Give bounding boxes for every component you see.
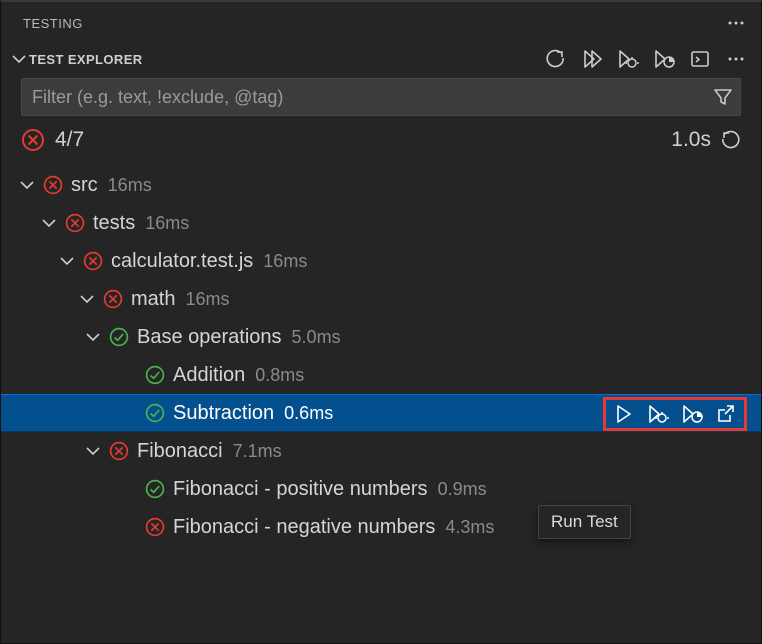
chevron-down-icon bbox=[19, 177, 35, 193]
summary-row: 4/7 1.0s bbox=[1, 122, 761, 166]
tree-item-label: Fibonacci - positive numbers bbox=[173, 478, 428, 501]
tree-item-label: Subtraction bbox=[173, 402, 274, 425]
filter-button[interactable] bbox=[706, 80, 740, 114]
filter-icon bbox=[713, 87, 733, 107]
pass-icon bbox=[145, 479, 165, 499]
filter-input[interactable] bbox=[22, 87, 706, 108]
play-all-icon bbox=[582, 49, 602, 69]
chevron-down-icon bbox=[79, 291, 95, 307]
rerun-last-button[interactable] bbox=[719, 129, 741, 151]
tree-item-duration: 4.3ms bbox=[445, 517, 494, 538]
panel-more-button[interactable] bbox=[725, 12, 747, 34]
refresh-icon bbox=[546, 49, 566, 69]
tree-item-label: calculator.test.js bbox=[111, 250, 253, 273]
section-title: TEST EXPLORER bbox=[29, 52, 143, 67]
chevron-down-icon bbox=[41, 215, 57, 231]
pass-icon bbox=[145, 365, 165, 385]
summary-count: 4/7 bbox=[55, 128, 84, 152]
section-header: TEST EXPLORER bbox=[1, 40, 761, 78]
go-to-file-icon bbox=[716, 404, 736, 424]
run-all-tests-button[interactable] bbox=[581, 48, 603, 70]
tree-item-label: tests bbox=[93, 212, 135, 235]
fail-icon bbox=[43, 175, 63, 195]
tree-item-duration: 7.1ms bbox=[233, 441, 282, 462]
tree-item-duration: 16ms bbox=[145, 213, 189, 234]
pass-icon bbox=[145, 403, 165, 423]
tree-item-duration: 16ms bbox=[185, 289, 229, 310]
more-icon bbox=[726, 49, 746, 69]
tree-item-subtraction[interactable]: Subtraction 0.6ms bbox=[1, 394, 761, 432]
fail-icon bbox=[109, 441, 129, 461]
panel-title: TESTING bbox=[23, 16, 83, 31]
run-test-button[interactable] bbox=[612, 402, 636, 426]
tree-item-duration: 0.8ms bbox=[255, 365, 304, 386]
refresh-ccw-icon bbox=[720, 130, 740, 150]
fail-icon bbox=[65, 213, 85, 233]
tree-item-label: math bbox=[131, 288, 175, 311]
terminal-icon bbox=[690, 49, 710, 69]
tree-item-addition[interactable]: Addition 0.8ms bbox=[1, 356, 761, 394]
debug-all-tests-button[interactable] bbox=[617, 48, 639, 70]
tree-item-label: src bbox=[71, 174, 98, 197]
section-toolbar bbox=[545, 48, 747, 70]
go-to-test-button[interactable] bbox=[714, 402, 738, 426]
section-more-button[interactable] bbox=[725, 48, 747, 70]
tree-item-duration: 5.0ms bbox=[292, 327, 341, 348]
coverage-icon bbox=[681, 404, 703, 424]
tree-item-tests[interactable]: tests 16ms bbox=[1, 204, 761, 242]
filter-row bbox=[1, 78, 761, 122]
chevron-down-icon bbox=[85, 443, 101, 459]
tree-item-duration: 0.9ms bbox=[438, 479, 487, 500]
tree-item-label: Fibonacci - negative numbers bbox=[173, 516, 435, 539]
chevron-down-icon bbox=[11, 51, 27, 67]
filter-box bbox=[21, 78, 741, 116]
tree-item-fibonacci[interactable]: Fibonacci 7.1ms bbox=[1, 432, 761, 470]
tree-item-fib-negative[interactable]: Fibonacci - negative numbers 4.3ms bbox=[1, 508, 761, 546]
coverage-icon bbox=[653, 49, 675, 69]
refresh-tests-button[interactable] bbox=[545, 48, 567, 70]
fail-icon bbox=[103, 289, 123, 309]
show-output-button[interactable] bbox=[689, 48, 711, 70]
testing-panel: TESTING TEST EXPLORER bbox=[0, 0, 762, 644]
debug-icon bbox=[647, 404, 669, 424]
tree-item-fib-positive[interactable]: Fibonacci - positive numbers 0.9ms bbox=[1, 470, 761, 508]
tree-item-base-operations[interactable]: Base operations 5.0ms bbox=[1, 318, 761, 356]
panel-header: TESTING bbox=[1, 2, 761, 40]
tree-item-duration: 0.6ms bbox=[284, 403, 333, 424]
fail-icon bbox=[21, 128, 45, 152]
fail-icon bbox=[83, 251, 103, 271]
section-collapse-toggle[interactable] bbox=[9, 49, 29, 69]
tree-item-math[interactable]: math 16ms bbox=[1, 280, 761, 318]
chevron-down-icon bbox=[85, 329, 101, 345]
tree-item-duration: 16ms bbox=[263, 251, 307, 272]
run-with-coverage-button[interactable] bbox=[653, 48, 675, 70]
fail-icon bbox=[145, 517, 165, 537]
test-tree: src 16ms tests 16ms calculator.test.js 1… bbox=[1, 166, 761, 546]
tree-item-label: Fibonacci bbox=[137, 440, 223, 463]
play-icon bbox=[614, 404, 634, 424]
run-test-tooltip: Run Test bbox=[538, 505, 631, 539]
tree-item-duration: 16ms bbox=[108, 175, 152, 196]
more-icon bbox=[726, 13, 746, 33]
run-with-coverage-button[interactable] bbox=[680, 402, 704, 426]
tree-item-src[interactable]: src 16ms bbox=[1, 166, 761, 204]
debug-icon bbox=[617, 49, 639, 69]
debug-test-button[interactable] bbox=[646, 402, 670, 426]
tree-item-label: Addition bbox=[173, 364, 245, 387]
tree-item-label: Base operations bbox=[137, 326, 282, 349]
row-actions bbox=[603, 397, 747, 431]
pass-icon bbox=[109, 327, 129, 347]
chevron-down-icon bbox=[59, 253, 75, 269]
tree-item-file[interactable]: calculator.test.js 16ms bbox=[1, 242, 761, 280]
summary-duration: 1.0s bbox=[671, 128, 711, 152]
